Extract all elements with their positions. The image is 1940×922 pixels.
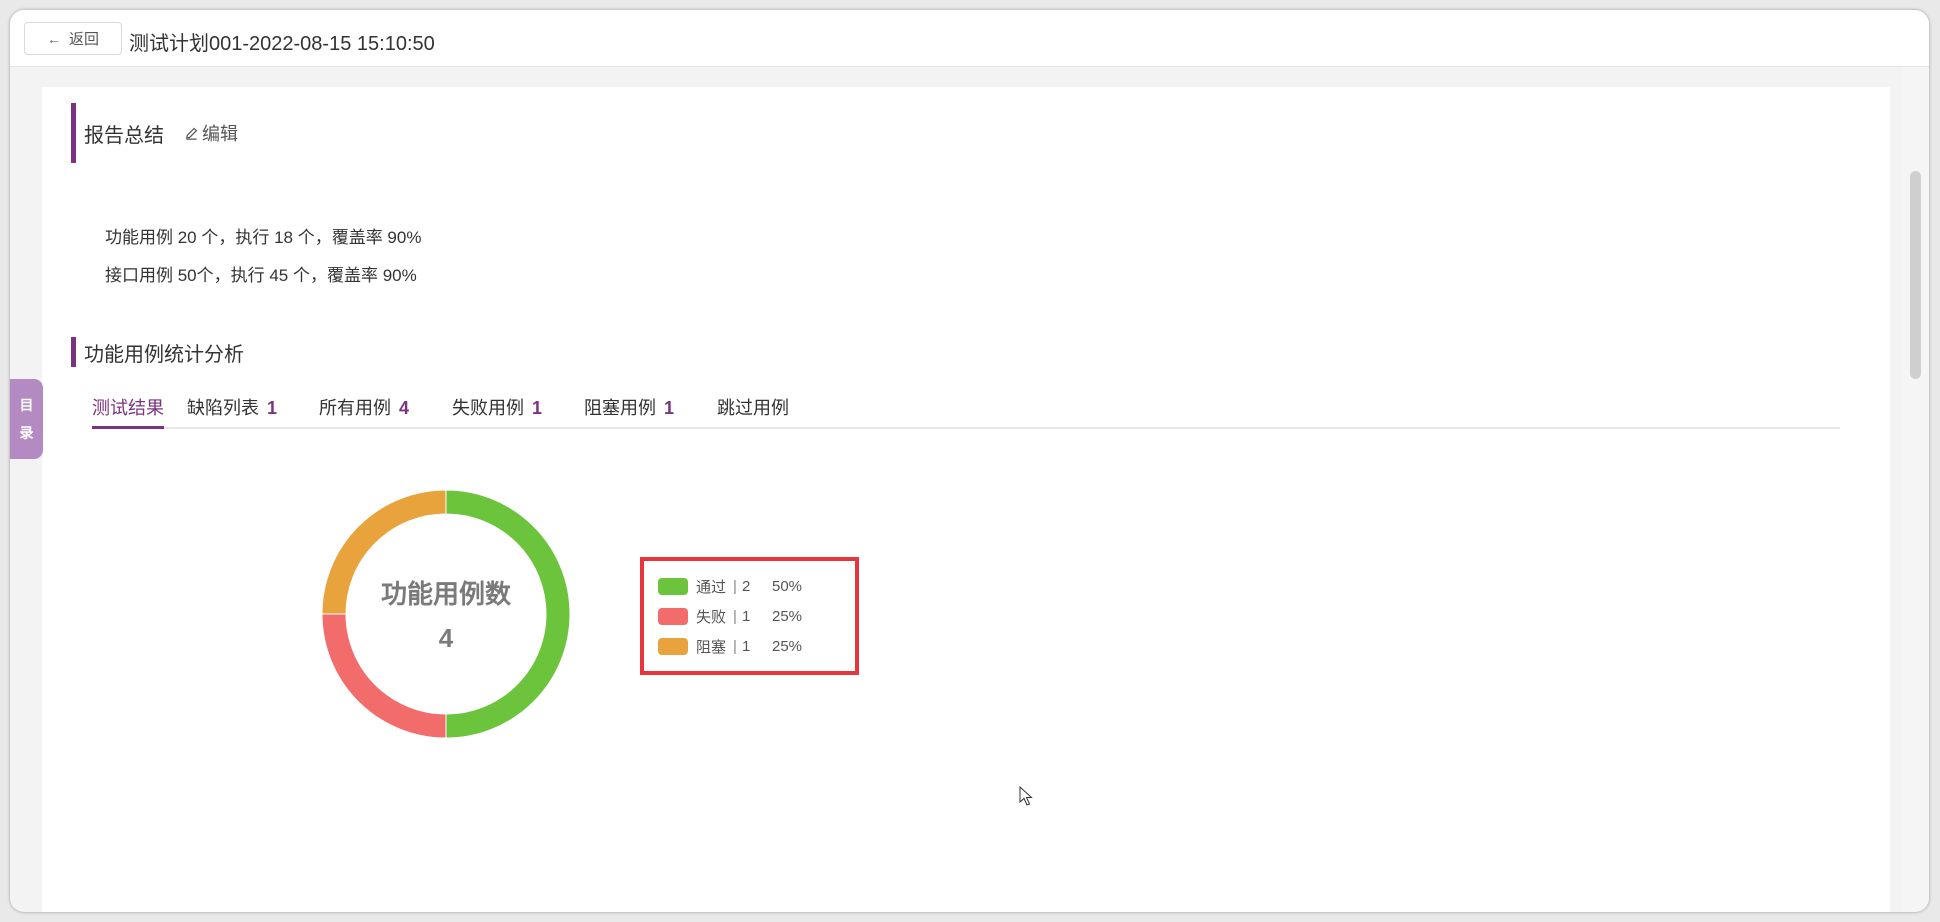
tab-all-cases[interactable]: 所有用例 4 bbox=[319, 394, 409, 427]
chart-legend: 通过 | 2 50% 失败 | 1 25% 阻塞 | 1 25% bbox=[640, 557, 859, 675]
legend-separator: | bbox=[733, 637, 737, 655]
chart-title: 功能用例数 bbox=[380, 579, 511, 609]
tab-label: 缺陷列表 bbox=[187, 398, 259, 418]
tab-skipped-cases[interactable]: 跳过用例 bbox=[717, 394, 789, 427]
summary-line-interface: 接口用例 50个，执行 45 个，覆盖率 90% bbox=[105, 266, 417, 285]
tab-label: 阻塞用例 bbox=[584, 398, 656, 418]
analysis-tabs: 测试结果 缺陷列表 1 所有用例 4 失败用例 1 阻塞用例 1 跳过用例 bbox=[92, 394, 1840, 429]
tab-defect-list[interactable]: 缺陷列表 1 bbox=[187, 394, 277, 427]
legend-separator: | bbox=[733, 577, 737, 595]
legend-swatch bbox=[658, 577, 688, 595]
donut-chart: 功能用例数 4 bbox=[321, 489, 571, 739]
section-accent-bar bbox=[71, 103, 76, 163]
legend-swatch bbox=[658, 607, 688, 625]
legend-item-blocked[interactable]: 阻塞 | 1 25% bbox=[658, 636, 812, 656]
pencil-icon bbox=[186, 127, 198, 140]
tab-label: 测试结果 bbox=[92, 398, 164, 418]
tab-count: 1 bbox=[532, 398, 543, 418]
legend-percent: 25% bbox=[772, 637, 803, 655]
tab-blocked-cases[interactable]: 阻塞用例 1 bbox=[584, 394, 674, 427]
tab-count: 1 bbox=[267, 398, 278, 418]
tab-count: 4 bbox=[399, 398, 410, 418]
legend-separator: | bbox=[733, 607, 737, 625]
table-of-contents-tab[interactable]: 目 录 bbox=[10, 379, 43, 459]
analysis-title: 功能用例统计分析 bbox=[84, 343, 244, 366]
tab-label: 跳过用例 bbox=[717, 398, 789, 418]
donut-center-label: 功能用例数 4 bbox=[321, 489, 571, 739]
legend-item-fail[interactable]: 失败 | 1 25% bbox=[658, 606, 812, 626]
legend-label: 阻塞 bbox=[696, 638, 727, 656]
vertical-scrollbar[interactable] bbox=[1902, 67, 1929, 912]
tab-label: 失败用例 bbox=[452, 398, 524, 418]
legend-count: 1 bbox=[742, 607, 751, 625]
tab-label: 所有用例 bbox=[319, 398, 391, 418]
toc-char: 目 bbox=[19, 397, 34, 413]
arrow-left-icon: ← bbox=[46, 30, 61, 47]
back-button[interactable]: ← 返回 bbox=[24, 22, 122, 55]
report-summary-heading: 报告总结 编辑 bbox=[71, 103, 238, 163]
legend-percent: 50% bbox=[772, 577, 803, 595]
chart-total: 4 bbox=[438, 623, 454, 653]
analysis-heading: 功能用例统计分析 bbox=[71, 337, 244, 367]
summary-line-functional: 功能用例 20 个，执行 18 个，覆盖率 90% bbox=[105, 228, 422, 247]
edit-button[interactable]: 编辑 bbox=[184, 120, 238, 146]
legend-swatch bbox=[658, 637, 688, 655]
mouse-cursor-icon bbox=[1019, 786, 1033, 806]
app-window: ← 返回 测试计划001-2022-08-15 15:10:50 报告总结 编辑… bbox=[10, 10, 1929, 912]
legend-percent: 25% bbox=[772, 607, 803, 625]
page-title: 测试计划001-2022-08-15 15:10:50 bbox=[129, 33, 435, 55]
tab-count: 1 bbox=[664, 398, 675, 418]
report-summary-title: 报告总结 bbox=[84, 124, 164, 147]
scrollbar-thumb[interactable] bbox=[1910, 171, 1921, 379]
tab-test-results[interactable]: 测试结果 bbox=[92, 394, 164, 429]
legend-count: 2 bbox=[742, 577, 751, 595]
tab-failed-cases[interactable]: 失败用例 1 bbox=[452, 394, 542, 427]
legend-label: 通过 bbox=[696, 578, 727, 596]
back-button-label: 返回 bbox=[68, 31, 99, 48]
legend-item-pass[interactable]: 通过 | 2 50% bbox=[658, 576, 812, 596]
top-bar: ← 返回 测试计划001-2022-08-15 15:10:50 bbox=[10, 10, 1929, 67]
toc-char: 录 bbox=[19, 425, 34, 441]
edit-label: 编辑 bbox=[202, 124, 238, 144]
legend-count: 1 bbox=[742, 637, 751, 655]
report-content: 报告总结 编辑 功能用例 20 个，执行 18 个，覆盖率 90% 接口用例 5… bbox=[42, 87, 1890, 912]
legend-label: 失败 bbox=[696, 608, 727, 626]
section-accent-bar bbox=[71, 337, 76, 367]
